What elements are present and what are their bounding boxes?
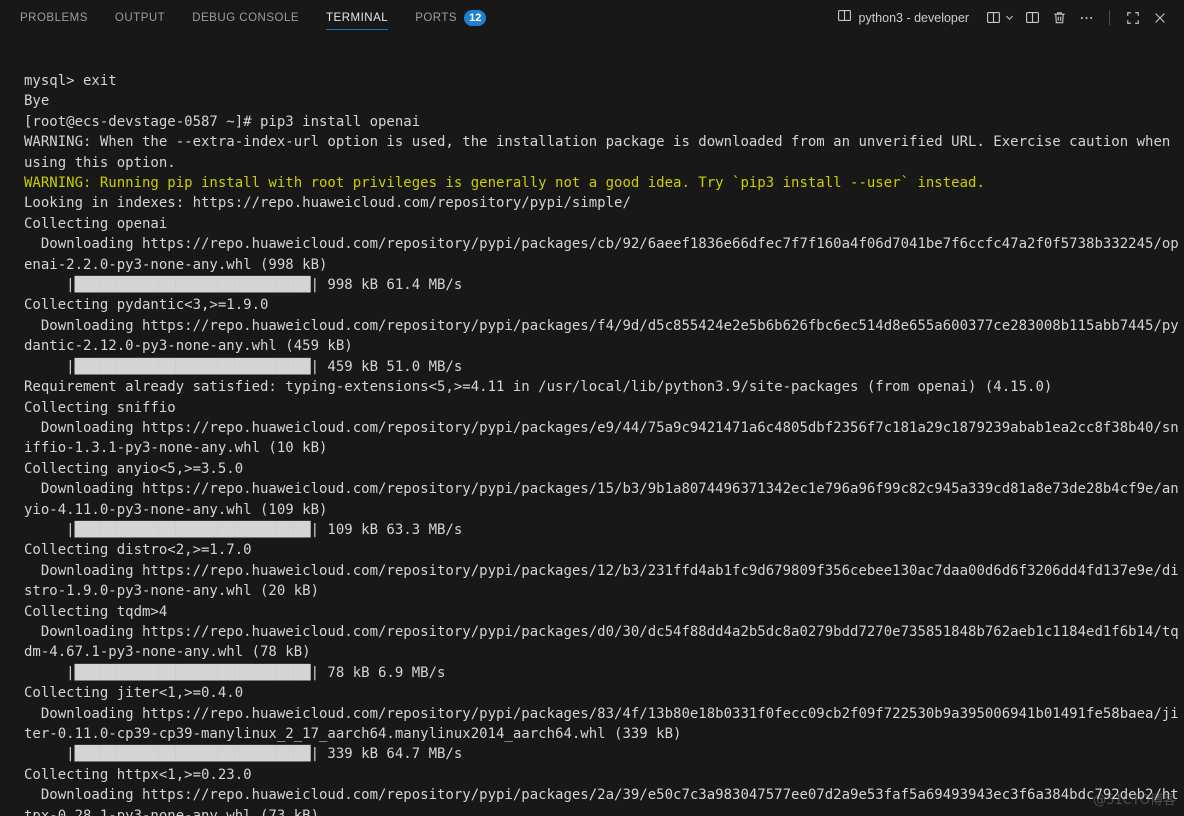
split-terminal-icon bbox=[1025, 10, 1040, 25]
terminal-line: using this option. bbox=[24, 154, 176, 171]
tab-debug-console[interactable]: DEBUG CONSOLE bbox=[192, 0, 299, 35]
terminal-line: WARNING: When the --extra-index-url opti… bbox=[24, 134, 1171, 151]
maximize-panel-button[interactable] bbox=[1121, 6, 1145, 30]
terminal-line: Collecting pydantic<3,>=1.9.0 bbox=[24, 297, 269, 314]
terminal-line: |████████████████████████████| 459 kB 51… bbox=[24, 358, 463, 375]
terminal-line: Downloading https://repo.huaweicloud.com… bbox=[24, 481, 1179, 498]
terminal-output[interactable]: mysql> exit Bye [root@ecs-devstage-0587 ~]… bbox=[0, 35, 1184, 816]
terminal-line: dantic-2.12.0-py3-none-any.whl (459 kB) bbox=[24, 338, 353, 355]
ellipsis-icon bbox=[1079, 10, 1094, 25]
terminal-profile-dropdown-button[interactable] bbox=[984, 6, 1017, 30]
tab-problems[interactable]: PROBLEMS bbox=[20, 0, 88, 35]
terminal-line: Collecting distro<2,>=1.7.0 bbox=[24, 542, 252, 559]
terminal-line: Collecting openai bbox=[24, 215, 168, 232]
chevron-down-icon bbox=[1004, 12, 1015, 23]
terminal-line: Downloading https://repo.huaweicloud.com… bbox=[24, 562, 1179, 579]
kill-terminal-button[interactable] bbox=[1047, 6, 1071, 30]
terminal-session-tab[interactable]: python3 - developer bbox=[837, 8, 970, 28]
panel-actions: python3 - developer bbox=[837, 6, 1173, 30]
split-pane-icon bbox=[986, 10, 1001, 25]
terminal-line: dm-4.67.1-py3-none-any.whl (78 kB) bbox=[24, 644, 311, 661]
terminal-line: Downloading https://repo.huaweicloud.com… bbox=[24, 787, 1179, 804]
terminal-line: tpx-0.28.1-py3-none-any.whl (73 kB) bbox=[24, 807, 320, 816]
terminal-line: Requirement already satisfied: typing-ex… bbox=[24, 379, 1053, 396]
tab-output[interactable]: OUTPUT bbox=[115, 0, 165, 35]
terminal-line: |████████████████████████████| 998 kB 61… bbox=[24, 277, 463, 294]
tab-label: OUTPUT bbox=[114, 11, 166, 24]
terminal-line: |████████████████████████████| 109 kB 63… bbox=[24, 521, 463, 538]
terminal-line: Downloading https://repo.huaweicloud.com… bbox=[24, 419, 1179, 436]
terminal-line: iffio-1.3.1-py3-none-any.whl (10 kB) bbox=[24, 440, 328, 457]
terminal-line: Downloading https://repo.huaweicloud.com… bbox=[24, 705, 1179, 722]
terminal-line: yio-4.11.0-py3-none-any.whl (109 kB) bbox=[24, 501, 328, 518]
tab-terminal[interactable]: TERMINAL bbox=[326, 0, 389, 35]
more-actions-button[interactable] bbox=[1074, 6, 1098, 30]
terminal-line: stro-1.9.0-py3-none-any.whl (20 kB) bbox=[24, 583, 320, 600]
tab-label: PORTS bbox=[415, 11, 458, 24]
terminal-line: Looking in indexes: https://repo.huaweic… bbox=[24, 195, 631, 212]
trash-icon bbox=[1052, 10, 1067, 25]
terminal-line: Downloading https://repo.huaweicloud.com… bbox=[24, 317, 1179, 334]
tab-label: TERMINAL bbox=[326, 11, 389, 24]
panel-header: PROBLEMS OUTPUT DEBUG CONSOLE TERMINAL P… bbox=[0, 0, 1184, 35]
panel-tabs: PROBLEMS OUTPUT DEBUG CONSOLE TERMINAL P… bbox=[20, 0, 487, 35]
tab-label: DEBUG CONSOLE bbox=[192, 11, 300, 24]
terminal-session-icon bbox=[837, 8, 852, 28]
terminal-line: WARNING: Running pip install with root p… bbox=[24, 175, 985, 192]
terminal-line: ter-0.11.0-cp39-cp39-manylinux_2_17_aarc… bbox=[24, 726, 682, 742]
terminal-line: Bye bbox=[24, 93, 50, 110]
terminal-line: Downloading https://repo.huaweicloud.com… bbox=[24, 623, 1179, 640]
terminal-line: Downloading https://repo.huaweicloud.com… bbox=[24, 236, 1179, 253]
terminal-line: Collecting httpx<1,>=0.23.0 bbox=[24, 766, 252, 783]
terminal-line: |████████████████████████████| 78 kB 6.9… bbox=[24, 664, 446, 681]
split-terminal-button[interactable] bbox=[1020, 6, 1044, 30]
terminal-session-label: python3 - developer bbox=[858, 10, 970, 25]
terminal-line: |████████████████████████████| 339 kB 64… bbox=[24, 746, 463, 763]
terminal-panel: PROBLEMS OUTPUT DEBUG CONSOLE TERMINAL P… bbox=[0, 0, 1184, 816]
terminal-line: [root@ecs-devstage-0587 ~]# pip3 install… bbox=[24, 113, 421, 130]
terminal-line: Collecting anyio<5,>=3.5.0 bbox=[24, 460, 244, 477]
tab-ports[interactable]: PORTS 12 bbox=[415, 0, 487, 35]
terminal-line: mysql> exit bbox=[24, 73, 117, 89]
maximize-icon bbox=[1126, 11, 1140, 25]
ports-badge: 12 bbox=[464, 9, 487, 26]
close-panel-button[interactable] bbox=[1148, 6, 1172, 30]
terminal-line: Collecting jiter<1,>=0.4.0 bbox=[24, 685, 244, 702]
terminal-line: Collecting sniffio bbox=[24, 399, 176, 416]
actions-divider bbox=[1109, 10, 1110, 25]
close-icon bbox=[1153, 11, 1167, 25]
terminal-line: Collecting tqdm>4 bbox=[24, 603, 168, 620]
tab-label: PROBLEMS bbox=[20, 11, 88, 24]
terminal-line: enai-2.2.0-py3-none-any.whl (998 kB) bbox=[24, 256, 328, 273]
